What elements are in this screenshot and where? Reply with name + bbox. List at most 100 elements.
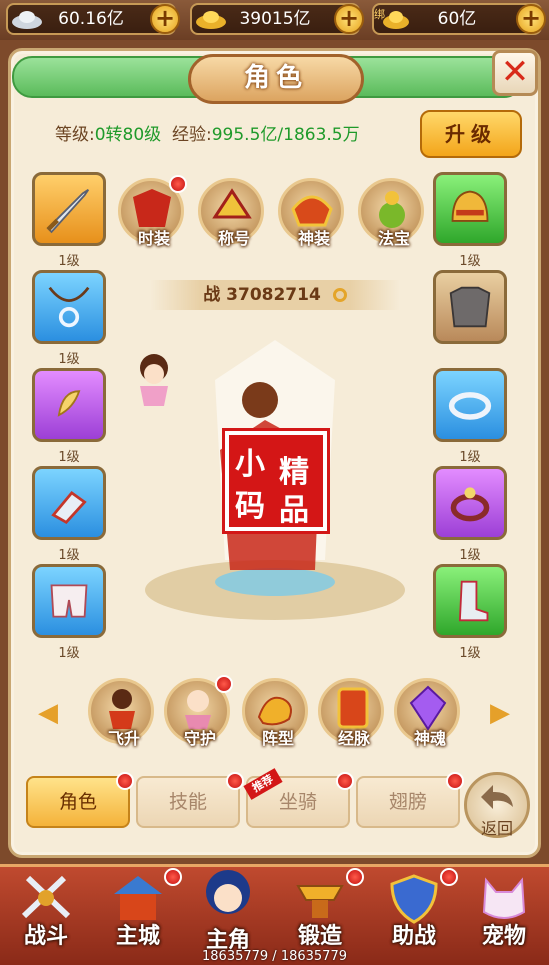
necklace-slot[interactable] [32,270,106,344]
upgrade-button[interactable]: 升级 [420,110,522,158]
ring-level: 1级 [459,548,481,563]
title-label: 称号 [217,229,250,248]
necklace-icon [48,286,90,328]
nav-pet[interactable]: 宠物 [460,872,548,952]
nav-main-city-dot [164,868,182,886]
companion-pet [140,354,168,406]
cat-pet-icon [482,877,526,919]
guardian-label: 守护 [183,729,216,748]
stamp-char-4: 品 [279,493,309,528]
nav-assist[interactable]: 助战 [370,868,458,952]
fashion-notice-dot [169,175,187,193]
nav-main-city-label: 主城 [115,924,160,949]
level-value: 0转80级 [94,125,162,145]
soul-label: 神魂 [413,729,446,748]
bracelet-slot[interactable] [433,368,507,442]
watermark-stamp: 小 精 码 品 [222,428,330,534]
guardian-button[interactable]: 守护 [164,675,233,748]
hp-readout: 18635779 / 18635779 [202,949,347,964]
bracer-slot[interactable] [32,466,106,540]
nav-pet-label: 宠物 [481,924,526,949]
gold-currency: 39015亿 + [190,3,364,35]
helmet-icon [451,190,489,222]
ring-icon [450,487,490,522]
add-bound-gold-button[interactable]: + [516,4,546,34]
pants-level: 1级 [58,646,80,661]
close-button[interactable]: ✕ [492,50,538,96]
bracer-level: 1级 [58,548,80,563]
add-gold-button[interactable]: + [334,4,364,34]
amulet-slot[interactable] [32,368,106,442]
formation-button[interactable]: 阵型 [242,678,308,748]
tab-skills[interactable]: 技能 [136,776,240,828]
silver-ingot-icon [12,11,42,29]
panel-title: 角色 [188,54,364,104]
meridian-label: 经脉 [337,729,370,748]
tab-character[interactable]: 角色 [26,776,130,828]
back-button[interactable]: 返回 [464,772,530,838]
helmet-level: 1级 [459,254,481,269]
scroll-right-arrow[interactable]: ▶ [490,698,510,728]
tab-wings-dot [446,772,464,790]
nav-forge[interactable]: 锻造 [276,868,364,952]
bracelet-level: 1级 [459,450,481,465]
fashion-icon [133,189,171,227]
nav-battle[interactable]: 战斗 [2,872,90,952]
amulet-icon [57,390,81,417]
nav-assist-label: 助战 [391,924,436,949]
nav-hero[interactable]: 主角 [184,866,272,953]
amulet-level: 1级 [58,450,80,465]
scroll-left-arrow[interactable]: ◀ [38,698,58,728]
weapon-level: 1级 [58,254,80,269]
pants-icon [50,584,88,618]
tab-character-dot [116,772,134,790]
boots-icon [458,580,489,622]
divine-gear-label: 神装 [297,229,330,248]
armor-icon [449,286,491,328]
nav-main-city[interactable]: 主城 [94,868,182,952]
add-silver-button[interactable]: + [150,4,180,34]
guardian-notice-dot [215,675,233,693]
exp-label: 经验: [172,125,212,145]
ascend-button[interactable]: 飞升 [88,678,154,748]
pants-slot[interactable] [32,564,106,638]
tab-mount-dot [336,772,354,790]
combat-power-value: 战 37082714 [203,285,321,305]
meridian-button[interactable]: 经脉 [318,678,384,748]
title-button[interactable]: 称号 [198,178,264,248]
title-icon [212,188,252,219]
helmet-slot[interactable] [433,172,507,246]
divine-gear-icon [291,195,333,227]
shield-icon [390,874,438,924]
city-gate-icon [114,876,162,920]
tab-skills-dot [226,772,244,790]
crossed-swords-icon [21,875,71,919]
treasure-button[interactable]: 法宝 [358,178,424,248]
bound-gold-currency: 绑 60亿 + [372,3,546,35]
combat-power: 战 37082714 [150,280,400,310]
fashion-label: 时装 [137,229,170,248]
boots-level: 1级 [459,646,481,661]
stamp-char-1: 小 [235,447,265,482]
silver-value: 60.16亿 [58,9,124,29]
magnifier-icon[interactable] [332,288,347,302]
weapon-slot[interactable] [32,172,106,246]
stamp-char-3: 码 [235,489,265,524]
nav-forge-dot [346,868,364,886]
exp-value: 995.5亿/1863.5万 [211,125,360,145]
armor-slot[interactable] [433,270,507,344]
bound-tag: 绑 [374,8,385,21]
boots-slot[interactable] [433,564,507,638]
bound-gold-value: 60亿 [437,9,477,29]
ring-slot[interactable] [433,466,507,540]
back-arrow-icon [481,785,513,809]
ascend-label: 飞升 [107,729,140,748]
back-label: 返回 [480,819,513,838]
soul-button[interactable]: 神魂 [394,678,460,748]
divine-gear-button[interactable]: 神装 [278,178,344,248]
nav-assist-dot [440,868,458,886]
tab-wings[interactable]: 翅膀 [356,776,460,828]
sword-icon [46,188,90,234]
gourd-icon [379,191,405,228]
fashion-button[interactable]: 时装 [118,175,187,248]
